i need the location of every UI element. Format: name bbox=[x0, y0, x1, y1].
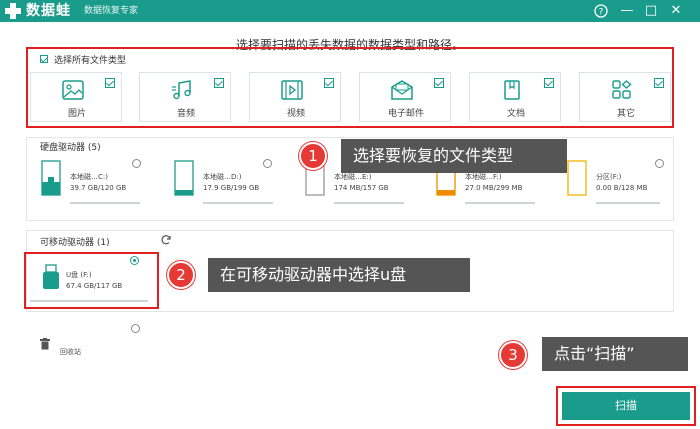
file-type-image[interactable]: 图片 bbox=[30, 72, 122, 122]
drive-usage-bar bbox=[596, 202, 660, 204]
disk-icon bbox=[174, 160, 194, 196]
file-type-audio[interactable]: 音频 bbox=[139, 72, 231, 122]
removable-title: 可移动驱动器 (1) bbox=[40, 238, 110, 248]
drive-item[interactable]: 本地磁…C:) 39.7 GB/120 GB bbox=[30, 160, 150, 210]
disk-icon bbox=[41, 160, 61, 196]
callout-badge-2: 2 bbox=[167, 261, 195, 289]
drive-usage-bar bbox=[203, 202, 273, 204]
select-all-checkbox[interactable] bbox=[40, 55, 48, 63]
recycle-bin-label: 回收站 bbox=[60, 348, 81, 356]
music-icon bbox=[172, 80, 191, 100]
app-logo-icon bbox=[5, 3, 21, 19]
video-icon bbox=[281, 80, 303, 100]
drive-usage-bar bbox=[70, 202, 140, 204]
file-type-label: 其它 bbox=[616, 109, 635, 119]
file-type-document[interactable]: 文档 bbox=[469, 72, 561, 122]
usb-drive-item[interactable]: U盘 (F:) 67.4 GB/117 GB bbox=[30, 260, 150, 310]
app-name: 数据蛙 bbox=[26, 3, 71, 19]
document-icon bbox=[504, 80, 520, 100]
image-type-checkbox[interactable] bbox=[105, 78, 115, 88]
scan-button[interactable]: 扫描 bbox=[562, 392, 690, 420]
drive-size: 39.7 GB/120 GB bbox=[70, 184, 127, 192]
maximize-button[interactable]: □ bbox=[642, 2, 660, 20]
drive-size: 174 MB/157 GB bbox=[334, 184, 389, 192]
file-type-label: 文档 bbox=[506, 109, 525, 119]
drive-name: 本地磁…F:) bbox=[465, 173, 502, 181]
drive-size: 27.0 MB/299 MB bbox=[465, 184, 523, 192]
other-type-checkbox[interactable] bbox=[654, 78, 664, 88]
drive-name: 分区(F:) bbox=[596, 173, 622, 181]
drive-usage-bar bbox=[30, 300, 148, 302]
file-type-label: 音频 bbox=[176, 109, 195, 119]
drive-usage-bar bbox=[465, 202, 535, 204]
usb-radio[interactable] bbox=[130, 256, 139, 265]
document-type-checkbox[interactable] bbox=[544, 78, 554, 88]
drive-radio[interactable] bbox=[263, 159, 272, 168]
drive-size: 67.4 GB/117 GB bbox=[66, 282, 123, 290]
callout-step-3: 点击“扫描” bbox=[542, 337, 688, 371]
close-button[interactable]: ✕ bbox=[667, 2, 685, 20]
drive-size: 17.9 GB/199 GB bbox=[203, 184, 260, 192]
file-type-video[interactable]: 视频 bbox=[249, 72, 341, 122]
callout-step-2: 在可移动驱动器中选择u盘 bbox=[208, 258, 470, 292]
usb-icon bbox=[43, 264, 59, 289]
drive-size: 0.00 B/128 MB bbox=[596, 184, 648, 192]
email-icon bbox=[391, 80, 413, 100]
drive-name: 本地磁…C:) bbox=[70, 173, 108, 181]
other-icon bbox=[612, 80, 632, 99]
callout-step-1: 选择要恢复的文件类型 bbox=[341, 139, 567, 173]
video-type-checkbox[interactable] bbox=[324, 78, 334, 88]
disk-icon bbox=[567, 160, 587, 196]
drive-radio[interactable] bbox=[132, 159, 141, 168]
recycle-bin-radio[interactable] bbox=[131, 324, 140, 333]
callout-badge-1: 1 bbox=[299, 142, 327, 170]
help-icon[interactable]: ? bbox=[592, 2, 610, 20]
trash-icon[interactable] bbox=[40, 338, 50, 350]
image-icon bbox=[62, 80, 84, 100]
callout-badge-3: 3 bbox=[499, 341, 527, 369]
drive-name: 本地磁…D:) bbox=[203, 173, 242, 181]
drive-usage-bar bbox=[334, 202, 404, 204]
hard-drive-title: 硬盘驱动器 (5) bbox=[40, 143, 101, 153]
minimize-button[interactable]: — bbox=[618, 2, 636, 20]
select-all-label: 选择所有文件类型 bbox=[54, 56, 127, 66]
file-type-label: 电子邮件 bbox=[387, 109, 424, 119]
drive-name: 本地磁…E:) bbox=[334, 173, 372, 181]
title-bar: 数据蛙 数据恢复专家 ? — □ ✕ bbox=[0, 0, 700, 22]
file-type-other[interactable]: 其它 bbox=[579, 72, 671, 122]
drive-name: U盘 (F:) bbox=[66, 271, 92, 279]
file-type-label: 图片 bbox=[67, 109, 86, 119]
drive-radio[interactable] bbox=[655, 159, 664, 168]
email-type-checkbox[interactable] bbox=[434, 78, 444, 88]
drive-item[interactable]: 分区(F:) 0.00 B/128 MB bbox=[556, 160, 668, 210]
app-subtitle: 数据恢复专家 bbox=[84, 6, 139, 16]
refresh-icon[interactable] bbox=[160, 234, 172, 246]
audio-type-checkbox[interactable] bbox=[214, 78, 224, 88]
file-type-label: 视频 bbox=[286, 109, 305, 119]
file-type-email[interactable]: 电子邮件 bbox=[359, 72, 451, 122]
svg-text:?: ? bbox=[599, 8, 604, 18]
